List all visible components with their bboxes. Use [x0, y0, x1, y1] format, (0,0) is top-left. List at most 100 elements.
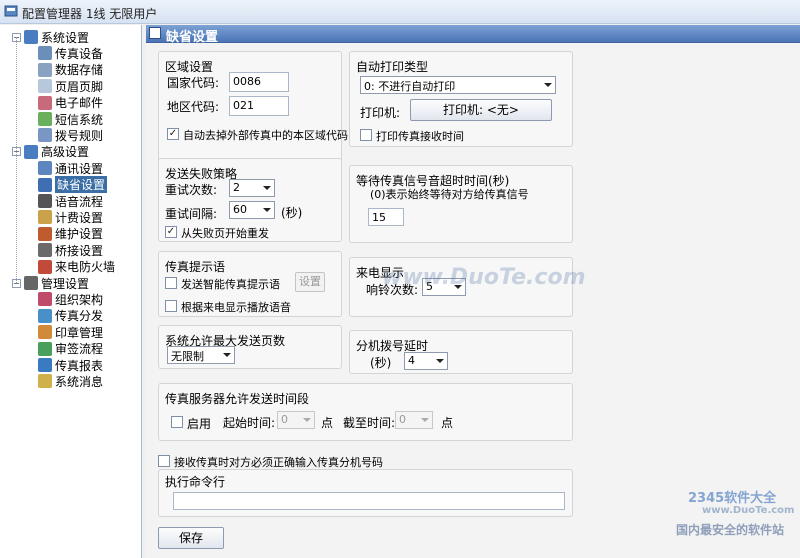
panel-header: 缺省设置: [146, 25, 800, 45]
tree-item-icon: [38, 210, 52, 225]
tree-item-label: 通讯设置: [55, 161, 104, 176]
app-icon: [4, 5, 18, 17]
settings-icon: [149, 27, 161, 39]
tree-item-messages[interactable]: 系统消息: [38, 373, 103, 389]
end-time-unit: 点: [441, 416, 454, 430]
chevron-down-icon: [223, 353, 231, 357]
retry-interval-label: 重试间隔:: [165, 207, 218, 221]
tree-item-approval[interactable]: 审签流程: [38, 341, 103, 357]
window-title: 配置管理器 1线 无限用户: [22, 7, 158, 21]
prompt-settings-button[interactable]: 设置: [295, 272, 325, 292]
print-time-label: 打印传真接收时间: [376, 130, 464, 143]
tree-item-header-footer[interactable]: 页眉页脚: [38, 78, 103, 94]
retry-count-select[interactable]: 2: [229, 179, 275, 197]
require-extension-checkbox[interactable]: [158, 455, 170, 467]
country-code-label: 国家代码:: [167, 76, 220, 90]
end-time-label: 截至时间:: [343, 416, 396, 430]
tree-item-label: 系统消息: [55, 374, 104, 389]
tree-item-label: 拨号规则: [55, 128, 104, 143]
fail-policy-title: 发送失败策略: [165, 167, 238, 181]
tree-item-label: 组织架构: [55, 292, 104, 307]
tree-item-label: 系统设置: [41, 30, 90, 45]
max-pages-select[interactable]: 无限制: [167, 346, 235, 364]
area-code-label: 地区代码:: [167, 100, 220, 114]
tree-item-icon: [38, 308, 52, 323]
autoprint-title: 自动打印类型: [356, 60, 429, 74]
tree-item-icon: [38, 259, 52, 274]
tree-item-label: 电子邮件: [55, 96, 104, 111]
resend-label: 从失败页开始重发: [181, 227, 269, 240]
tree-item-sms[interactable]: 短信系统: [38, 111, 103, 127]
chevron-down-icon: [263, 208, 271, 212]
region-group: 区域设置 国家代码: 0086 地区代码: 021 ✓ 自动去掉外部传真中的本区…: [158, 51, 348, 173]
print-time-checkbox[interactable]: [360, 129, 372, 141]
tree-item-icon: [38, 243, 52, 258]
tree-item-seal[interactable]: 印章管理: [38, 324, 103, 340]
start-time-select[interactable]: 0: [277, 411, 315, 429]
tree-item-billing[interactable]: 计费设置: [38, 209, 103, 225]
watermark-brand: 2345软件大全: [688, 491, 777, 506]
chevron-down-icon: [263, 186, 271, 190]
chevron-down-icon: [544, 83, 552, 87]
tree-item-icon: [38, 128, 52, 143]
tree-item-label: 短信系统: [55, 112, 104, 127]
send-window-title: 传真服务器允许发送时间段: [165, 392, 310, 406]
chevron-down-icon: [303, 418, 311, 422]
end-time-value: 0: [399, 413, 406, 426]
tree-item-email[interactable]: 电子邮件: [38, 95, 103, 111]
printer-button[interactable]: 打印机: <无>: [410, 99, 552, 121]
tree-item-icon: [38, 292, 52, 307]
max-pages-group: 系统允许最大发送页数 无限制: [158, 325, 342, 369]
fail-policy-group: 发送失败策略 重试次数: 2 重试间隔: 60 (秒) ✓ 从失败页开始重发: [158, 158, 342, 242]
tree-item-distribution[interactable]: 传真分发: [38, 308, 103, 324]
tree-item-fax-device[interactable]: 传真设备: [38, 45, 103, 61]
tree-item-system[interactable]: − 系统设置: [12, 29, 89, 45]
wait-timeout-group: 等待传真信号音超时时间(秒) (0)表示始终等待对方给传真信号 15: [349, 165, 573, 243]
tree-item-advanced[interactable]: − 高级设置: [12, 144, 89, 160]
tree-item-bridge[interactable]: 桥接设置: [38, 242, 103, 258]
chevron-down-icon: [421, 418, 429, 422]
tree-item-firewall[interactable]: 来电防火墙: [38, 259, 115, 275]
tree-item-maintenance[interactable]: 维护设置: [38, 226, 103, 242]
tree-item-management[interactable]: − 管理设置: [12, 275, 89, 291]
save-button[interactable]: 保存: [158, 527, 224, 549]
tree-item-icon: [38, 79, 52, 94]
end-time-select[interactable]: 0: [395, 411, 433, 429]
strip-area-checkbox[interactable]: ✓: [167, 128, 179, 140]
max-pages-value: 无限制: [171, 350, 204, 363]
tree-item-comm[interactable]: 通讯设置: [38, 160, 103, 176]
ext-delay-select[interactable]: 4: [404, 352, 448, 370]
tree-item-voice-flow[interactable]: 语音流程: [38, 193, 103, 209]
wait-timeout-input[interactable]: 15: [368, 208, 404, 226]
tree-item-data-storage[interactable]: 数据存储: [38, 62, 103, 78]
callerid-voice-checkbox[interactable]: [165, 300, 177, 312]
region-title: 区域设置: [165, 60, 214, 74]
send-window-enable-checkbox[interactable]: [171, 416, 183, 428]
area-code-input[interactable]: 021: [229, 96, 289, 116]
tree-item-label: 传真报表: [55, 358, 104, 373]
command-input[interactable]: [173, 492, 565, 510]
tree-item-dial-rules[interactable]: 拨号规则: [38, 127, 103, 143]
tree-item-icon: [24, 144, 38, 159]
smart-prompt-checkbox[interactable]: [165, 277, 177, 289]
country-code-input[interactable]: 0086: [229, 72, 289, 92]
tree-item-report[interactable]: 传真报表: [38, 357, 103, 373]
retry-interval-select[interactable]: 60: [229, 201, 275, 219]
resend-checkbox[interactable]: ✓: [165, 226, 177, 238]
tree-connector: [16, 37, 17, 283]
smart-prompt-label: 发送智能传真提示语: [181, 278, 280, 291]
tree-item-icon: [38, 161, 52, 176]
tree-item-default[interactable]: 缺省设置: [38, 176, 108, 194]
panel-title: 缺省设置: [166, 30, 219, 45]
retry-interval-value: 60: [233, 203, 247, 216]
retry-count-label: 重试次数:: [165, 183, 218, 197]
strip-area-label: 自动去掉外部传真中的本区域代码: [183, 129, 348, 142]
tree-item-label: 传真分发: [55, 309, 104, 324]
tree-item-icon: [38, 112, 52, 126]
tree-item-label: 高级设置: [41, 145, 90, 160]
ext-delay-group: 分机拨号延时 (秒) 4: [349, 330, 573, 374]
tree-item-org[interactable]: 组织架构: [38, 291, 103, 307]
settings-tree[interactable]: − 系统设置 传真设备 数据存储 页眉页脚电子邮件 短信系统 拨号规则 − 高级设置 通讯设置 缺省…: [0, 25, 142, 558]
watermark-url: www.DuoTe.com: [702, 505, 795, 516]
autoprint-type-select[interactable]: 0: 不进行自动打印: [360, 76, 556, 94]
